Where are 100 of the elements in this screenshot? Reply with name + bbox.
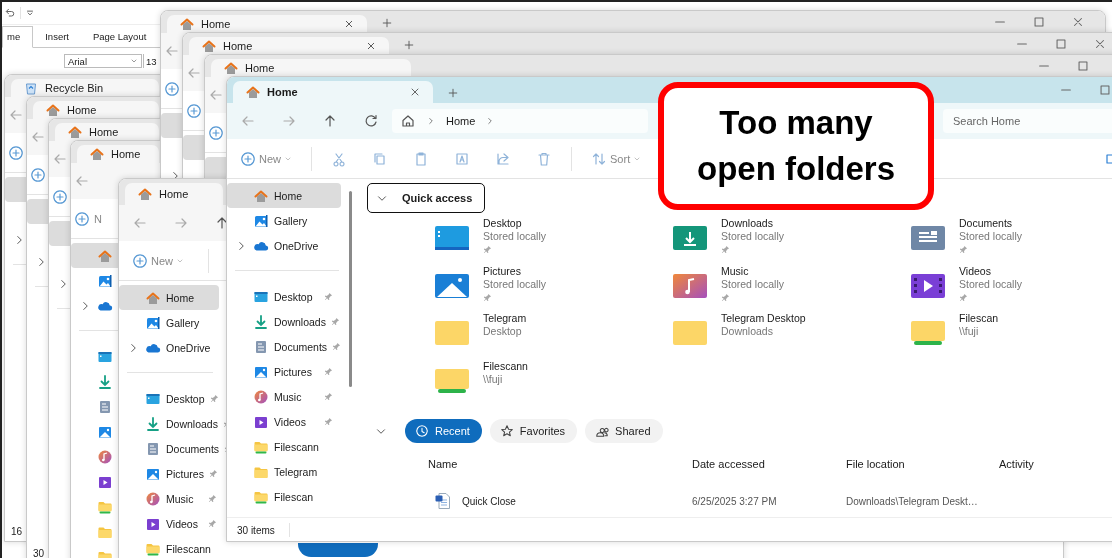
- download-icon: [145, 415, 161, 432]
- sidebar-item[interactable]: OneDrive: [227, 233, 341, 258]
- ribbon-tab[interactable]: Page Layout: [80, 27, 159, 47]
- sidebar-item[interactable]: Filescann: [119, 536, 219, 558]
- quick-access-header[interactable]: Quick access: [367, 183, 485, 213]
- document-icon: [97, 398, 113, 415]
- star-icon[interactable]: [499, 424, 514, 438]
- maximize-icon[interactable]: [1076, 59, 1090, 73]
- copy-icon[interactable]: [372, 150, 388, 167]
- sidebar-item[interactable]: Documents: [227, 334, 341, 359]
- sidebar-item[interactable]: Filescann: [227, 434, 341, 459]
- window-tab[interactable]: Home: [77, 145, 159, 163]
- folder-location: Stored locally: [721, 277, 785, 291]
- filter-pill[interactable]: Favorites: [489, 419, 578, 443]
- folder-name[interactable]: Telegram Desktop: [721, 312, 806, 325]
- window-tab[interactable]: Home: [189, 37, 389, 55]
- maximize-icon[interactable]: [1032, 15, 1046, 29]
- folder-name[interactable]: Telegram: [483, 312, 527, 325]
- sidebar-item[interactable]: Home: [227, 183, 341, 208]
- new-button[interactable]: New: [240, 150, 292, 167]
- sidebar-item[interactable]: Gallery: [227, 208, 341, 233]
- folder-location: Stored locally: [721, 230, 785, 243]
- folder-name[interactable]: Desktop: [483, 217, 547, 230]
- plus-icon[interactable]: [381, 17, 393, 29]
- folder-name[interactable]: Videos: [959, 264, 1023, 278]
- ribbon-tab[interactable]: Insert: [33, 27, 81, 47]
- gallery-icon: [97, 272, 113, 289]
- maximize-icon[interactable]: [1054, 37, 1068, 51]
- music-icon: [145, 490, 161, 507]
- scrollbar[interactable]: [349, 191, 352, 387]
- house-icon: [179, 16, 195, 32]
- ribbon-tab[interactable]: me: [2, 26, 34, 48]
- undo-icon[interactable]: [4, 7, 16, 19]
- folder-name[interactable]: Pictures: [483, 264, 547, 278]
- item-count: 30 items: [237, 524, 275, 536]
- filter-pill[interactable]: Recent: [405, 419, 482, 443]
- clock-icon[interactable]: [415, 424, 429, 438]
- customize-caret-icon[interactable]: [25, 8, 35, 18]
- close-icon[interactable]: [1093, 37, 1107, 51]
- sidebar-item[interactable]: Downloads: [227, 309, 341, 334]
- close-icon[interactable]: [343, 18, 355, 30]
- sidebar-item[interactable]: Telegram: [227, 459, 341, 484]
- column-header[interactable]: File location: [846, 458, 999, 470]
- window-tab[interactable]: Home: [167, 15, 367, 33]
- recycle-bin-icon: [23, 80, 39, 96]
- rename-icon[interactable]: [454, 150, 470, 167]
- filter-pill[interactable]: Shared: [585, 419, 663, 443]
- column-header[interactable]: Date accessed: [692, 458, 846, 470]
- home-outline-icon[interactable]: [400, 113, 416, 129]
- item-count: 16: [11, 526, 23, 537]
- window-tab[interactable]: Home: [211, 59, 411, 77]
- sidebar-item[interactable]: OneDrive: [119, 335, 219, 360]
- window-tab[interactable]: Home: [233, 81, 433, 103]
- sidebar-item[interactable]: Pictures: [227, 359, 341, 384]
- trash-icon[interactable]: [536, 150, 552, 167]
- house-icon: [223, 60, 239, 76]
- clipboard-icon[interactable]: [413, 150, 429, 167]
- sidebar-item[interactable]: Gallery: [119, 310, 219, 335]
- sidebar-item[interactable]: Desktop: [227, 284, 341, 309]
- sidebar-item[interactable]: Pictures: [119, 461, 219, 486]
- house-icon: [245, 84, 261, 100]
- font-size-field[interactable]: 13: [143, 54, 158, 68]
- window-tab[interactable]: Home: [55, 123, 159, 141]
- sidebar-item[interactable]: Desktop: [119, 386, 219, 411]
- close-icon[interactable]: [365, 40, 377, 52]
- file-name[interactable]: Quick Close: [462, 495, 516, 507]
- sidebar-item[interactable]: Filescan: [227, 484, 341, 509]
- folder-location: \\fuji: [483, 372, 504, 386]
- window-tab[interactable]: Home: [125, 183, 223, 205]
- sidebar-item[interactable]: Music: [119, 486, 219, 511]
- plus-icon[interactable]: [403, 39, 415, 51]
- filter-pill[interactable]: [298, 543, 378, 557]
- folder-name[interactable]: Filescan: [959, 312, 999, 325]
- gallery-icon: [253, 212, 269, 229]
- close-icon[interactable]: [1071, 15, 1085, 29]
- folder-name[interactable]: Music: [721, 264, 785, 278]
- column-header[interactable]: Activity: [999, 458, 1099, 470]
- folder-name[interactable]: Documents: [959, 217, 1023, 230]
- column-header[interactable]: Name: [428, 458, 692, 470]
- window-tab[interactable]: Recycle Bin: [11, 79, 159, 97]
- maximize-icon[interactable]: [1098, 83, 1112, 97]
- font-dropdown[interactable]: Arial: [64, 54, 142, 68]
- window-tab[interactable]: Home: [33, 101, 159, 119]
- address-bar[interactable]: Home: [392, 109, 648, 133]
- refresh-icon[interactable]: [363, 113, 379, 129]
- sort-button[interactable]: Sort: [591, 150, 642, 167]
- folder-name[interactable]: Downloads: [721, 217, 785, 230]
- search-field[interactable]: Search Home: [943, 109, 1112, 133]
- plus-icon[interactable]: [447, 87, 459, 99]
- sidebar-item[interactable]: Home: [119, 285, 219, 310]
- sidebar-item[interactable]: Videos: [227, 409, 341, 434]
- caret-icon[interactable]: [130, 57, 138, 65]
- sidebar-item[interactable]: Videos: [119, 511, 219, 536]
- download-icon: [253, 313, 269, 330]
- close-icon[interactable]: [409, 86, 421, 98]
- date-cell-text: 6/25/2025 3:27 PM: [692, 495, 778, 507]
- breadcrumb-chevron-icon[interactable]: [426, 116, 436, 126]
- toolbar-label[interactable]: N: [94, 212, 102, 225]
- folder-name[interactable]: Filescann: [483, 359, 528, 373]
- sidebar-item[interactable]: Music: [227, 384, 341, 409]
